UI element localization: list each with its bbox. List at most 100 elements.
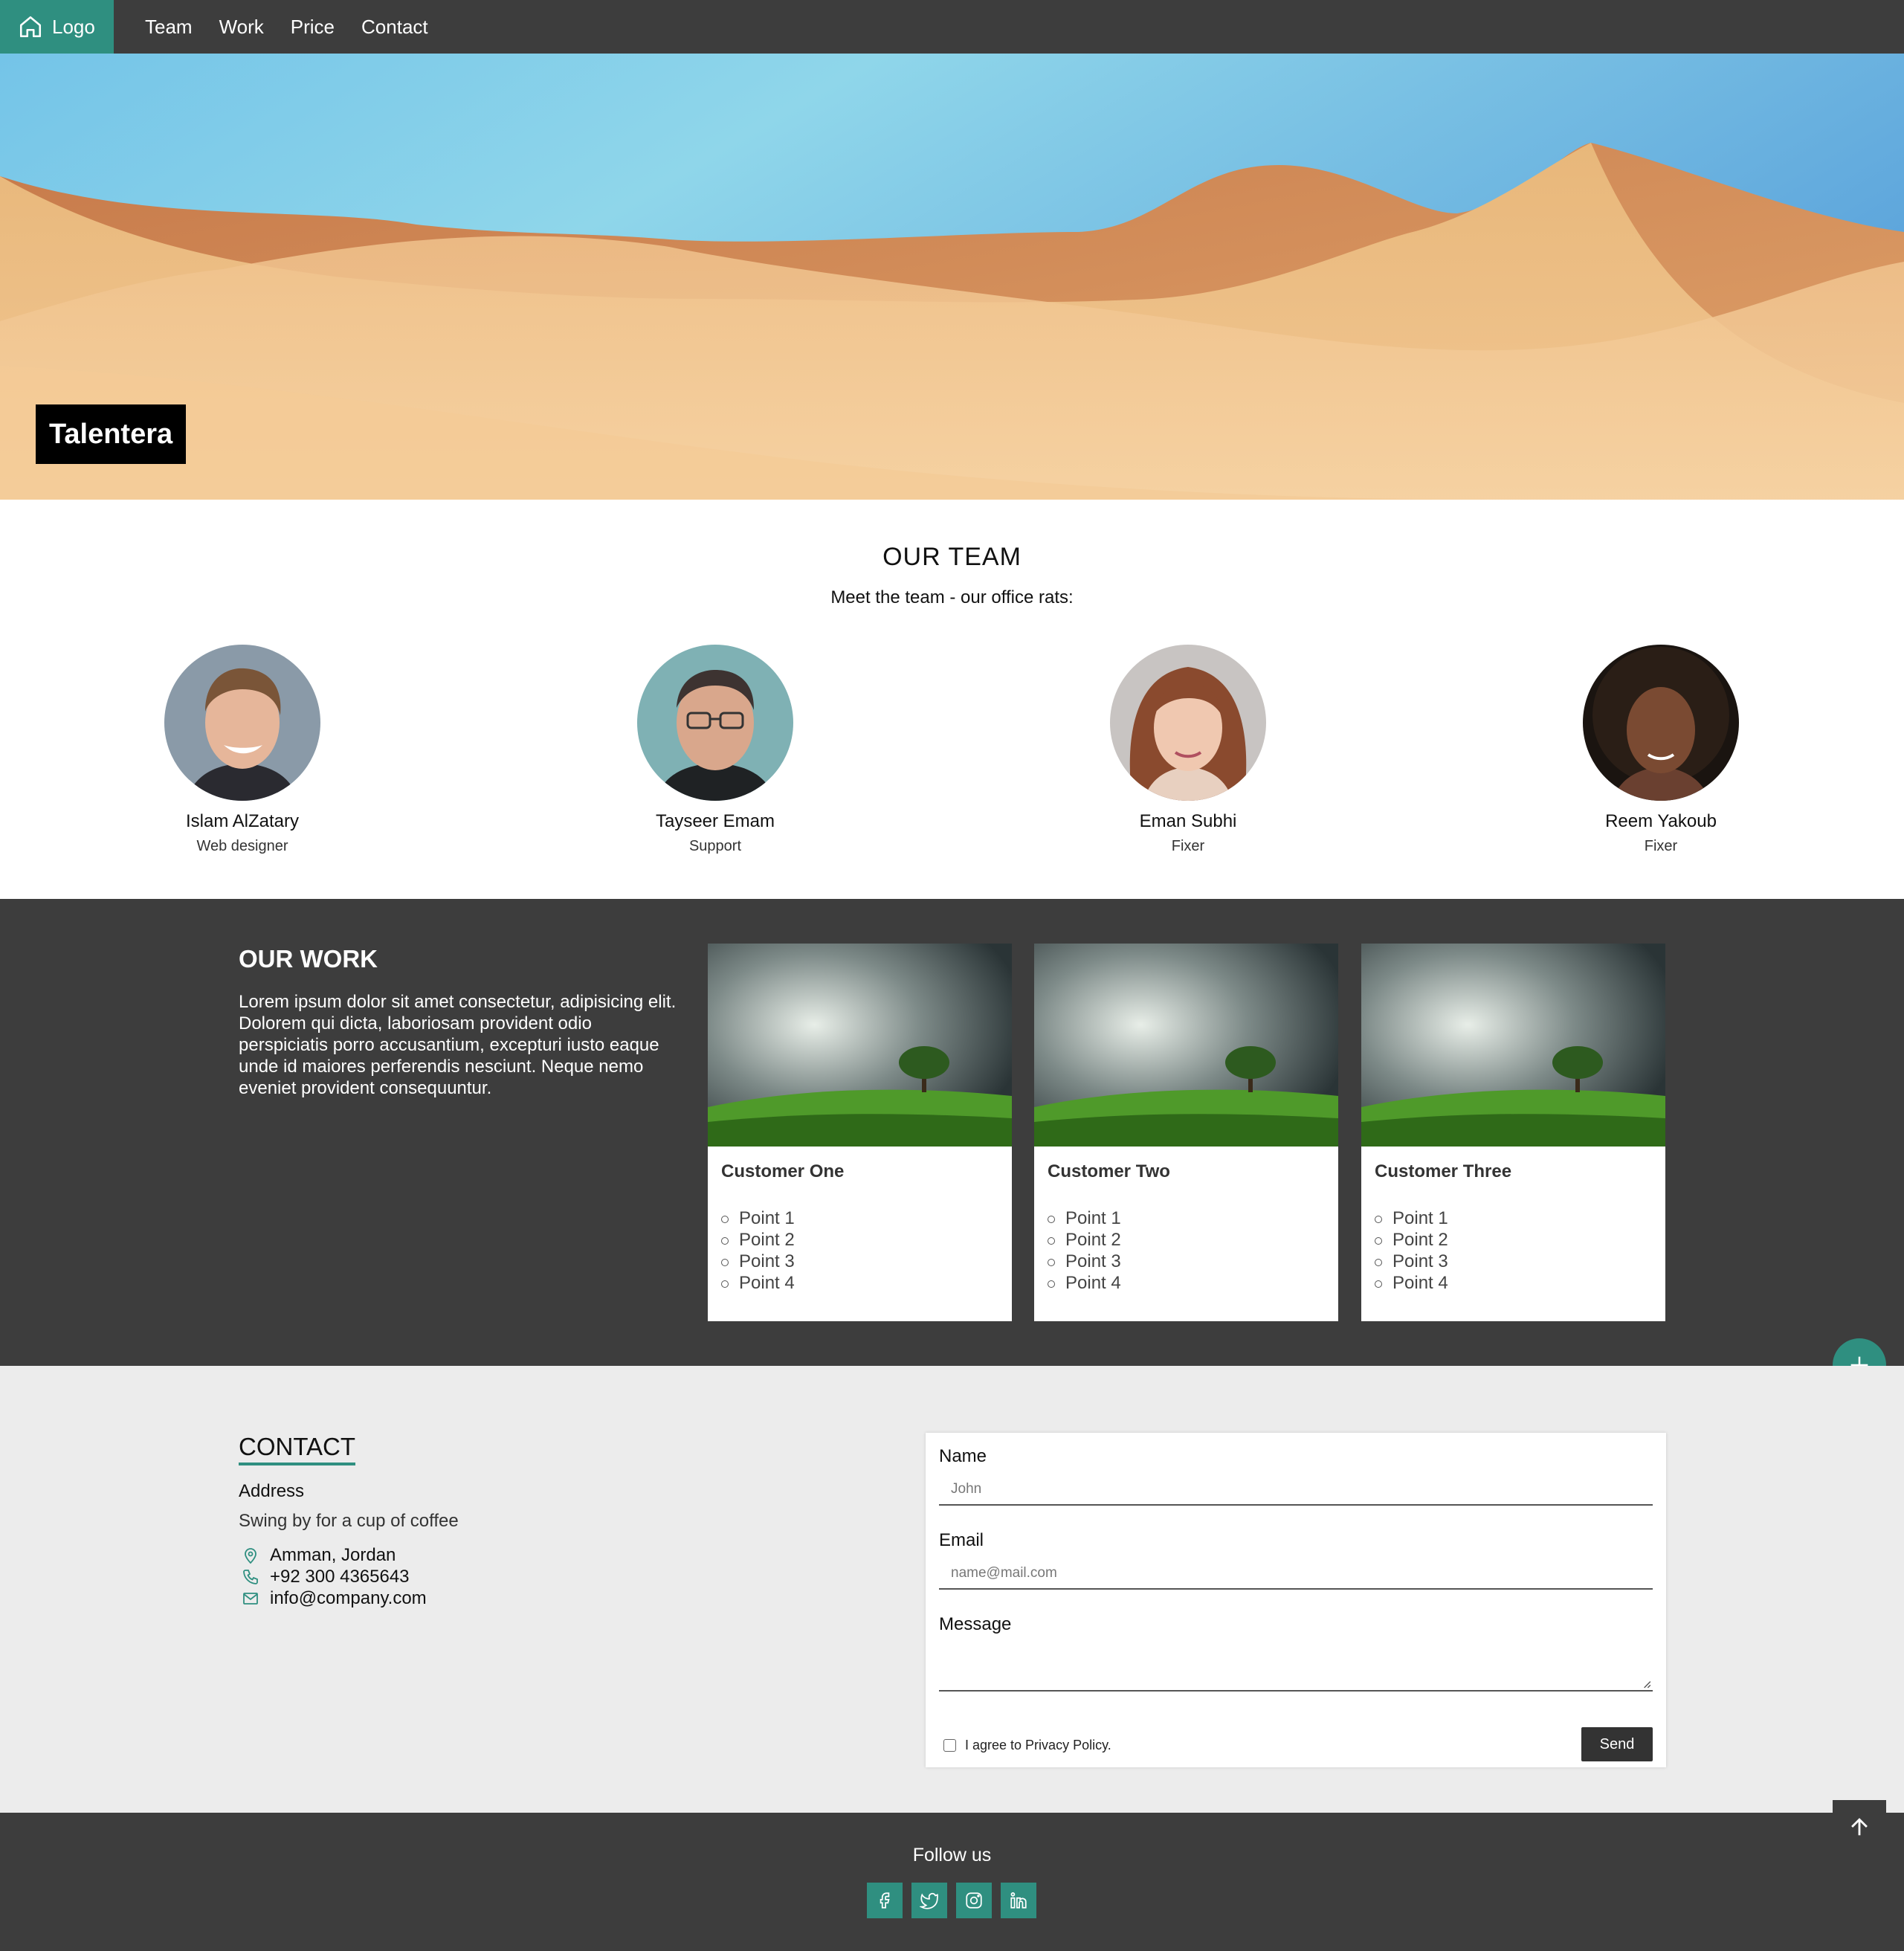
instagram-link[interactable]	[956, 1883, 992, 1918]
twitter-icon	[920, 1892, 938, 1909]
portrait-image	[1110, 645, 1266, 801]
list-item: Point 1	[1375, 1207, 1665, 1229]
email-label: Email	[939, 1530, 984, 1550]
list-item: Point 3	[1375, 1251, 1665, 1272]
logo-label: Logo	[52, 15, 95, 38]
nav-links: Team Work Price Contact	[145, 16, 428, 39]
list-item: Point 4	[1048, 1272, 1338, 1294]
nav-link-price[interactable]: Price	[291, 16, 335, 39]
list-item: Point 1	[721, 1207, 1012, 1229]
portrait-image	[164, 645, 320, 801]
work-card[interactable]: Customer One Point 1 Point 2 Point 3 Poi…	[708, 944, 1012, 1321]
social-links	[867, 1883, 1036, 1918]
list-item: Point 3	[721, 1251, 1012, 1272]
list-item: Point 2	[1048, 1229, 1338, 1251]
agree-checkbox[interactable]	[943, 1739, 956, 1752]
member-role: Fixer	[1644, 838, 1678, 854]
nav-link-work[interactable]: Work	[219, 16, 264, 39]
card-image	[1034, 944, 1338, 1147]
brand-title: Talentera	[36, 404, 187, 464]
send-button[interactable]: Send	[1581, 1727, 1653, 1761]
work-title: OUR WORK	[239, 945, 378, 973]
member-name: Reem Yakoub	[1605, 811, 1717, 831]
card-points: Point 1 Point 2 Point 3 Point 4	[721, 1207, 1012, 1294]
email-text[interactable]: info@company.com	[270, 1588, 427, 1609]
instagram-icon	[966, 1892, 982, 1909]
card-image	[1361, 944, 1665, 1147]
team-member: Tayseer Emam Support	[604, 645, 827, 855]
member-role: Fixer	[1171, 838, 1205, 854]
mail-icon	[243, 1592, 258, 1605]
location-row: Amman, Jordan	[242, 1544, 427, 1566]
list-item: Point 3	[1048, 1251, 1338, 1272]
team-member: Reem Yakoub Fixer	[1549, 645, 1772, 855]
list-item: Point 4	[721, 1272, 1012, 1294]
nav-link-team[interactable]: Team	[145, 16, 193, 39]
top-nav: Logo Team Work Price Contact	[0, 0, 1904, 54]
card-points: Point 1 Point 2 Point 3 Point 4	[1375, 1207, 1665, 1294]
member-name: Eman Subhi	[1139, 811, 1237, 831]
hero-banner: Talentera	[0, 54, 1904, 500]
contact-info: Amman, Jordan +92 300 4365643 info@compa…	[242, 1544, 427, 1609]
member-role: Support	[688, 838, 742, 854]
location-icon	[245, 1547, 256, 1564]
resize-handle-icon	[1644, 1681, 1651, 1689]
team-title: OUR TEAM	[882, 543, 1022, 571]
privacy-agreement[interactable]: I agree to Privacy Policy.	[943, 1738, 1111, 1753]
arrow-up-icon	[1851, 1818, 1868, 1836]
contact-section: CONTACT Address Swing by for a cup of co…	[0, 1366, 1904, 1813]
portrait-image	[637, 645, 793, 801]
address-heading: Address	[239, 1481, 305, 1501]
card-title: Customer One	[721, 1161, 845, 1181]
team-member: Islam AlZatary Web designer	[131, 645, 354, 855]
list-item: Point 1	[1048, 1207, 1338, 1229]
facebook-icon	[880, 1892, 890, 1909]
member-name: Tayseer Emam	[655, 811, 775, 831]
contact-title: CONTACT	[239, 1433, 356, 1465]
portrait-image	[1583, 645, 1739, 801]
avatar	[164, 645, 320, 801]
member-name: Islam AlZatary	[185, 811, 300, 831]
back-to-top-button[interactable]	[1833, 1800, 1886, 1854]
card-points: Point 1 Point 2 Point 3 Point 4	[1048, 1207, 1338, 1294]
team-section: OUR TEAM Meet the team - our office rats…	[0, 500, 1904, 899]
name-label: Name	[939, 1446, 987, 1466]
agree-label: I agree to Privacy Policy.	[965, 1738, 1111, 1752]
list-item: Point 2	[1375, 1229, 1665, 1251]
location-text: Amman, Jordan	[270, 1544, 396, 1565]
phone-text[interactable]: +92 300 4365643	[270, 1567, 410, 1587]
email-field[interactable]: name@mail.com	[939, 1558, 1653, 1590]
team-member: Eman Subhi Fixer	[1077, 645, 1300, 855]
work-card[interactable]: Customer Three Point 1 Point 2 Point 3 P…	[1361, 944, 1665, 1321]
follow-us-label: Follow us	[912, 1845, 992, 1865]
card-image	[708, 944, 1012, 1147]
name-field[interactable]: John	[939, 1474, 1653, 1506]
list-item: Point 2	[721, 1229, 1012, 1251]
message-label: Message	[939, 1614, 1012, 1634]
work-card[interactable]: Customer Two Point 1 Point 2 Point 3 Poi…	[1034, 944, 1338, 1321]
linkedin-link[interactable]	[1001, 1883, 1036, 1918]
linkedin-icon	[1010, 1892, 1027, 1909]
address-tagline: Swing by for a cup of coffee	[239, 1511, 459, 1531]
facebook-link[interactable]	[867, 1883, 903, 1918]
contact-form: Name John Email name@mail.com Message I …	[926, 1433, 1666, 1767]
work-description: Lorem ipsum dolor sit amet consectetur, …	[239, 992, 677, 1098]
home-icon	[19, 16, 42, 38]
work-section: OUR WORK Lorem ipsum dolor sit amet cons…	[0, 899, 1904, 1366]
email-row: info@company.com	[242, 1587, 427, 1609]
footer: Follow us	[0, 1813, 1904, 1951]
avatar	[637, 645, 793, 801]
avatar	[1110, 645, 1266, 801]
phone-row: +92 300 4365643	[242, 1566, 427, 1587]
twitter-link[interactable]	[911, 1883, 947, 1918]
card-title: Customer Two	[1048, 1161, 1170, 1181]
card-title: Customer Three	[1375, 1161, 1512, 1181]
member-role: Web designer	[196, 838, 288, 854]
logo-link[interactable]: Logo	[0, 0, 114, 54]
desert-image	[0, 54, 1904, 500]
team-subtitle: Meet the team - our office rats:	[830, 587, 1074, 607]
message-field[interactable]	[939, 1642, 1653, 1692]
list-item: Point 4	[1375, 1272, 1665, 1294]
phone-icon	[243, 1569, 258, 1584]
nav-link-contact[interactable]: Contact	[361, 16, 428, 39]
